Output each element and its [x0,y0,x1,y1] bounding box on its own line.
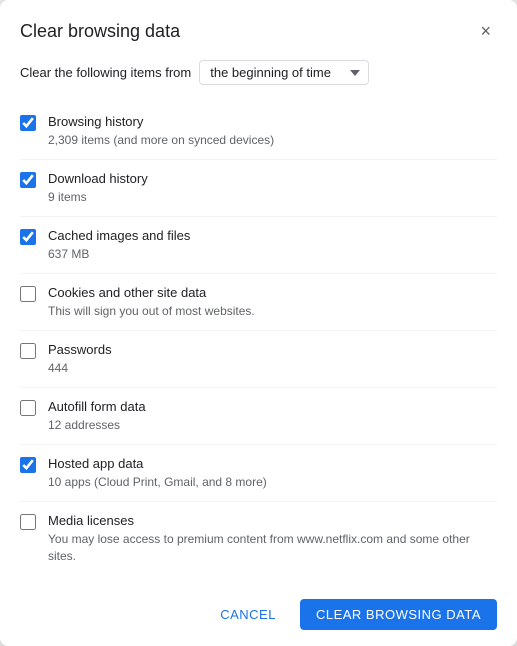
item-sub: 637 MB [48,246,497,263]
clear-browsing-data-dialog: Clear browsing data × Clear the followin… [0,0,517,646]
list-item: Passwords444 [20,331,497,388]
dialog-footer: CANCEL CLEAR BROWSING DATA [20,591,497,630]
checkbox-input-autofill[interactable] [20,400,36,416]
item-sub: This will sign you out of most websites. [48,303,497,320]
list-item: Browsing history2,309 items (and more on… [20,103,497,160]
checkbox-hosted-app[interactable] [20,457,36,478]
item-label: Cached images and files [48,227,497,245]
list-item: Cookies and other site dataThis will sig… [20,274,497,331]
close-button[interactable]: × [474,20,497,42]
item-sub: 9 items [48,189,497,206]
checkbox-input-media-licenses[interactable] [20,514,36,530]
checkbox-input-cookies[interactable] [20,286,36,302]
item-sub: 444 [48,360,497,377]
checkbox-input-download-history[interactable] [20,172,36,188]
checkbox-browsing-history[interactable] [20,115,36,136]
checkbox-autofill[interactable] [20,400,36,421]
cancel-button[interactable]: CANCEL [204,599,292,630]
items-list: Browsing history2,309 items (and more on… [20,103,497,575]
checkbox-cached-images[interactable] [20,229,36,250]
checkbox-input-hosted-app[interactable] [20,457,36,473]
checkbox-media-licenses[interactable] [20,514,36,535]
time-range-select[interactable]: the beginning of timethe past hourthe pa… [199,60,369,85]
checkbox-cookies[interactable] [20,286,36,307]
dialog-title: Clear browsing data [20,21,180,42]
list-item: Download history9 items [20,160,497,217]
list-item: Media licensesYou may lose access to pre… [20,502,497,575]
clear-browsing-data-button[interactable]: CLEAR BROWSING DATA [300,599,497,630]
item-sub: 10 apps (Cloud Print, Gmail, and 8 more) [48,474,497,491]
checkbox-input-cached-images[interactable] [20,229,36,245]
item-label: Cookies and other site data [48,284,497,302]
dialog-header: Clear browsing data × [20,20,497,42]
item-label: Browsing history [48,113,497,131]
list-item: Cached images and files637 MB [20,217,497,274]
item-label: Passwords [48,341,497,359]
item-label: Autofill form data [48,398,497,416]
time-range-row: Clear the following items from the begin… [20,60,497,85]
item-sub: 2,309 items (and more on synced devices) [48,132,497,149]
list-item: Autofill form data12 addresses [20,388,497,445]
checkbox-passwords[interactable] [20,343,36,364]
list-item: Hosted app data10 apps (Cloud Print, Gma… [20,445,497,502]
item-sub: You may lose access to premium content f… [48,531,497,565]
item-label: Media licenses [48,512,497,530]
item-label: Hosted app data [48,455,497,473]
item-label: Download history [48,170,497,188]
time-range-label: Clear the following items from [20,65,191,80]
checkbox-download-history[interactable] [20,172,36,193]
checkbox-input-browsing-history[interactable] [20,115,36,131]
checkbox-input-passwords[interactable] [20,343,36,359]
item-sub: 12 addresses [48,417,497,434]
